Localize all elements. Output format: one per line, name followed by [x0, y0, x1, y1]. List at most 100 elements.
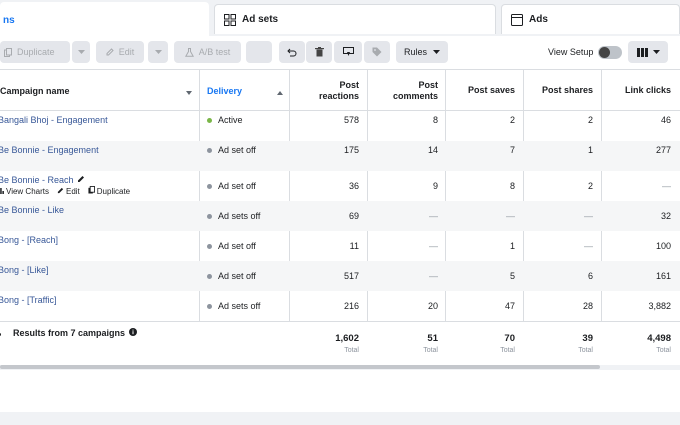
campaign-name-cell[interactable]: Bangali Bhoj - Engagement	[0, 111, 194, 141]
total-clicks-value: 4,498	[647, 332, 671, 344]
post-saves-cell: 2	[446, 111, 515, 141]
link-clicks-value: 100	[655, 241, 671, 251]
table-row[interactable]: Bangali Bhoj - Engagement Active 578 8 2…	[0, 111, 680, 141]
campaign-name-cell[interactable]: Bong - [Reach]	[0, 231, 194, 261]
campaign-name-link[interactable]: Be Bonnie - Reach	[0, 175, 74, 185]
horizontal-scrollbar[interactable]	[0, 365, 600, 369]
campaign-name-cell[interactable]: Bong - [Like]	[0, 261, 194, 291]
delivery-status: Active	[218, 115, 243, 125]
post-comments-header-label: Post comments	[392, 79, 438, 101]
delivery-status: Ad set off	[218, 241, 256, 251]
bar-chart-icon	[0, 187, 4, 196]
delivery-status: Ad sets off	[218, 211, 261, 221]
campaign-name-link[interactable]: Be Bonnie - Like	[0, 205, 64, 215]
preview-button[interactable]	[334, 41, 362, 63]
post-comments-cell: 8	[368, 111, 438, 141]
campaign-name-link[interactable]: Bong - [Reach]	[0, 235, 58, 245]
table-row[interactable]: Bong - [Traffic] Ad sets off 216 20 47 2…	[0, 291, 680, 321]
post-comments-value: 8	[432, 115, 438, 125]
tab-campaigns[interactable]: ns	[0, 2, 209, 38]
post-comments-value: —	[429, 241, 438, 251]
pencil-icon[interactable]	[77, 175, 85, 185]
info-icon[interactable]	[129, 328, 138, 338]
chevron-down-icon	[77, 50, 85, 54]
post-saves-value: 2	[509, 115, 515, 125]
total-comments-value: 51	[427, 332, 438, 344]
bottom-panel	[0, 370, 680, 412]
post-reactions-cell: 69	[290, 201, 359, 231]
row-duplicate-link[interactable]: Duplicate	[88, 186, 130, 196]
post-shares-cell: 6	[524, 261, 593, 291]
campaign-name-cell[interactable]: Be Bonnie - Engagement	[0, 141, 194, 171]
campaign-name-cell[interactable]: Bong - [Traffic]	[0, 291, 194, 321]
undo-button[interactable]	[279, 41, 305, 63]
column-header-delivery[interactable]: Delivery	[207, 70, 283, 111]
table-row[interactable]: Bong - [Reach] Ad set off 11 — 1 — 100	[0, 231, 680, 261]
campaign-name-link[interactable]: Bong - [Like]	[0, 265, 49, 275]
post-reactions-cell: 36	[290, 171, 359, 201]
delivery-cell: Ad sets off	[207, 201, 287, 231]
delivery-cell: Ad set off	[207, 141, 287, 171]
blank-button[interactable]	[246, 41, 272, 63]
total-sublabel: Total	[500, 346, 515, 354]
ab-test-button[interactable]: A/B test	[174, 41, 241, 63]
row-edit-link[interactable]: Edit	[57, 186, 80, 196]
campaign-name-link[interactable]: Bong - [Traffic]	[0, 295, 57, 305]
duplicate-icon	[88, 186, 95, 196]
campaigns-table: Campaign name Delivery Post reactions Po…	[0, 70, 680, 365]
status-dot	[207, 303, 212, 309]
duplicate-dropdown-button[interactable]	[72, 41, 90, 63]
campaign-name-cell[interactable]: Be Bonnie - Reach View Charts Edit Dupli…	[0, 171, 194, 201]
table-row[interactable]: Be Bonnie - Like Ad sets off 69 — — — 32	[0, 201, 680, 231]
post-saves-value: 47	[504, 301, 515, 311]
tab-ad-sets[interactable]: Ad sets	[214, 4, 496, 34]
link-clicks-cell: 32	[601, 201, 671, 231]
total-saves-value: 70	[504, 332, 515, 344]
duplicate-button[interactable]: Duplicate	[0, 41, 70, 63]
column-header-post-saves[interactable]: Post saves	[446, 70, 515, 111]
status-dot	[207, 183, 212, 189]
view-setup-toggle[interactable]	[598, 46, 622, 59]
column-header-post-comments[interactable]: Post comments	[368, 70, 438, 111]
campaign-name-link[interactable]: Bangali Bhoj - Engagement	[0, 115, 108, 125]
view-charts-label: View Charts	[6, 186, 49, 196]
post-saves-cell: 47	[446, 291, 515, 321]
table-row[interactable]: Bong - [Like] Ad set off 517 — 5 6 161	[0, 261, 680, 291]
table-row[interactable]: Be Bonnie - Engagement Ad set off 175 14…	[0, 141, 680, 171]
tab-ads[interactable]: Ads	[501, 4, 680, 34]
view-charts-link[interactable]: View Charts	[0, 186, 49, 196]
post-saves-value: —	[506, 211, 515, 221]
edit-button[interactable]: Edit	[96, 41, 144, 63]
post-reactions-value: 517	[343, 271, 359, 281]
post-shares-value: —	[584, 211, 593, 221]
delivery-cell: Active	[207, 111, 287, 141]
post-shares-cell: 1	[524, 141, 593, 171]
total-sublabel: Total	[578, 346, 593, 354]
delivery-status: Ad set off	[218, 145, 256, 155]
column-header-campaign-name[interactable]: Campaign name	[0, 70, 196, 111]
totals-row: Results from 7 campaigns 1,602 Total 51 …	[0, 321, 680, 363]
campaign-name-link[interactable]: Be Bonnie - Engagement	[0, 145, 99, 155]
column-header-post-reactions[interactable]: Post reactions	[290, 70, 359, 111]
column-header-post-shares[interactable]: Post shares	[524, 70, 593, 111]
link-clicks-value: 161	[655, 271, 671, 281]
delete-button[interactable]	[306, 41, 332, 63]
columns-button[interactable]	[628, 41, 668, 63]
link-clicks-header-label: Link clicks	[624, 85, 671, 95]
table-header: Campaign name Delivery Post reactions Po…	[0, 70, 680, 111]
post-saves-value: 8	[509, 181, 515, 191]
status-dot	[207, 213, 212, 219]
tag-button[interactable]	[364, 41, 390, 63]
rules-button[interactable]: Rules	[396, 41, 448, 63]
bullet-icon	[0, 328, 1, 338]
post-comments-value: —	[429, 211, 438, 221]
post-saves-cell: 5	[446, 261, 515, 291]
column-header-link-clicks[interactable]: Link clicks	[601, 70, 671, 111]
campaign-name-cell[interactable]: Be Bonnie - Like	[0, 201, 194, 231]
status-dot	[207, 148, 212, 153]
pencil-icon	[57, 187, 64, 196]
total-comments-cell: 51 Total	[368, 322, 438, 364]
status-dot	[207, 243, 212, 249]
table-row[interactable]: Be Bonnie - Reach View Charts Edit Dupli…	[0, 171, 680, 201]
edit-dropdown-button[interactable]	[148, 41, 168, 63]
